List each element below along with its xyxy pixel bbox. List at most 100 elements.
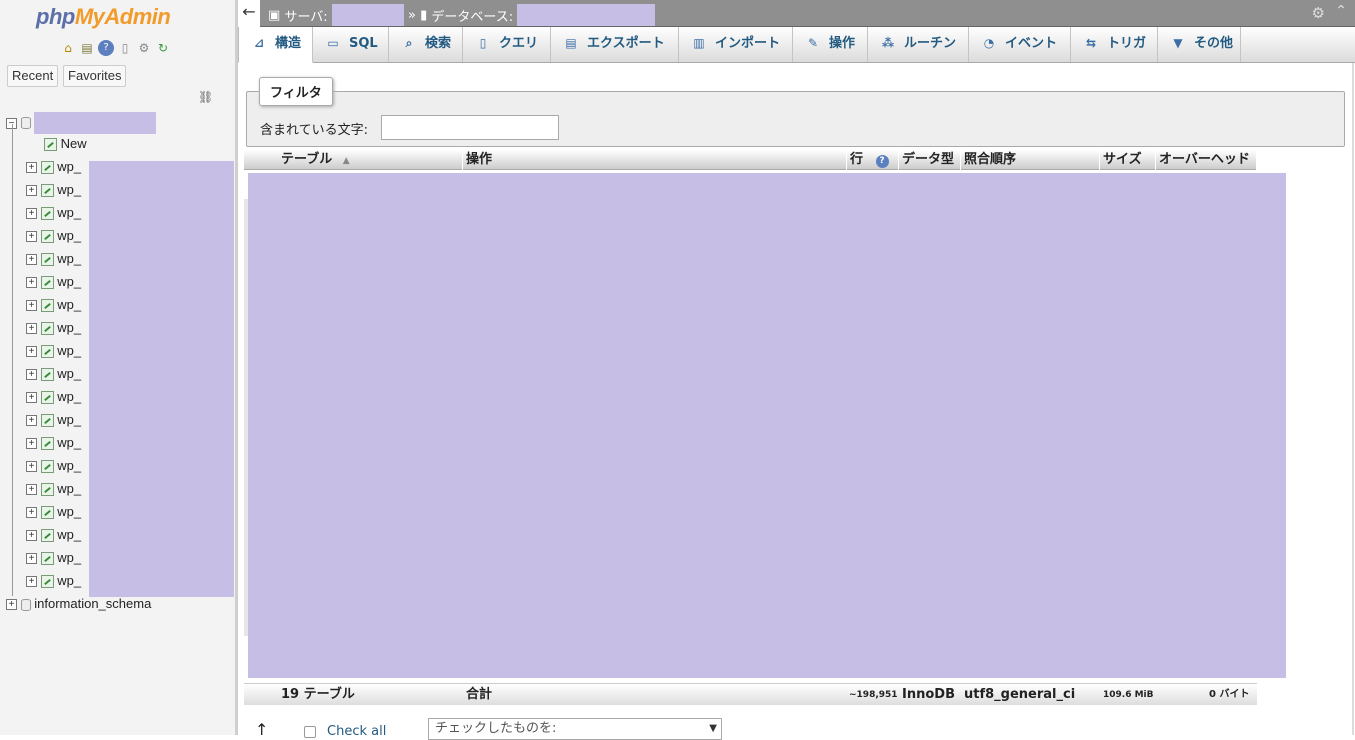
redacted-server-name[interactable] [331, 4, 404, 26]
sidebar-table-item[interactable]: + wp_ [26, 157, 81, 177]
tab-4[interactable]: ▤ エクスポート [551, 27, 679, 62]
redacted-database-name[interactable] [517, 4, 656, 26]
tab-3[interactable]: ▯ クエリ [463, 27, 551, 62]
phpmyadmin-logo[interactable]: phpMyAdmin [36, 4, 171, 30]
table-icon [40, 368, 54, 382]
tab-9[interactable]: ⇆ トリガ [1071, 27, 1158, 62]
table-icon [40, 161, 54, 175]
th-size[interactable]: サイズ [1100, 150, 1156, 170]
filter-label: 含まれている文字: [260, 123, 368, 138]
server-label[interactable]: サーバ: [284, 6, 327, 25]
filter-input[interactable] [381, 115, 559, 140]
footer-total-label: 合計 [466, 687, 493, 702]
database-label[interactable]: データベース: [431, 6, 513, 25]
chevron-down-icon: ▼ [709, 723, 717, 734]
favorites-button[interactable]: Favorites [63, 65, 127, 87]
tab-label: 操作 [829, 36, 856, 51]
expand-icon[interactable]: + [26, 254, 37, 266]
sidebar-table-item[interactable]: + wp_ [26, 387, 81, 407]
collapse-header-icon[interactable]: ⌃ [1335, 3, 1347, 19]
th-overhead[interactable]: オーバーヘッド [1156, 150, 1257, 170]
check-all-label[interactable]: Check all [327, 724, 386, 739]
sidebar-table-item[interactable]: + wp_ [26, 571, 81, 591]
sidebar-table-item[interactable]: + wp_ [26, 433, 81, 453]
db-node[interactable]: − [6, 112, 157, 134]
expand-icon[interactable]: + [26, 507, 37, 519]
table-name: wp_ [57, 412, 82, 427]
settings-icon[interactable]: ⚙ [136, 40, 152, 56]
tab-0[interactable]: ⊿ 構造 [238, 27, 313, 63]
table-name: wp_ [57, 343, 82, 358]
sidebar-table-item[interactable]: + wp_ [26, 295, 81, 315]
expand-icon[interactable]: + [26, 277, 37, 289]
expand-icon[interactable]: + [26, 323, 37, 335]
more-icon: ▼ [1173, 36, 1183, 50]
expand-icon[interactable]: + [26, 484, 37, 496]
expand-icon[interactable]: + [26, 300, 37, 312]
help-icon[interactable]: ? [98, 40, 114, 56]
th-table[interactable]: テーブル ▲ [278, 150, 463, 170]
sidebar-table-item[interactable]: + wp_ [26, 249, 81, 269]
table-icon [40, 322, 54, 336]
expand-icon[interactable]: + [26, 208, 37, 220]
sidebar-table-item[interactable]: + wp_ [26, 548, 81, 568]
tab-label: クエリ [499, 36, 539, 51]
scrollbar-track[interactable] [1352, 63, 1354, 735]
with-selected-dropdown[interactable]: チェックしたものを: ▼ [428, 718, 722, 740]
menu-tabs: ⊿ 構造 ▭ SQL ⌕ 検索 ▯ クエリ ▤ エクスポート ▥ インポート ✎ 操作 ⁂ ルーチン ◔ イベント… [238, 27, 1355, 63]
docs-icon[interactable]: ▯ [117, 40, 133, 56]
tree-line [12, 124, 13, 596]
tab-7[interactable]: ⁂ ルーチン [868, 27, 969, 62]
expand-icon[interactable]: + [26, 346, 37, 358]
table-name: wp_ [57, 550, 82, 565]
link-icon[interactable]: ⛓ [198, 90, 213, 104]
expand-icon[interactable]: + [26, 576, 37, 588]
sidebar-table-item[interactable]: + wp_ [26, 226, 81, 246]
tab-6[interactable]: ✎ 操作 [793, 27, 868, 62]
sidebar-table-item[interactable]: + wp_ [26, 456, 81, 476]
expand-icon[interactable]: + [26, 162, 37, 174]
th-rows[interactable]: 行 ? [847, 150, 899, 170]
help-icon[interactable]: ? [875, 155, 889, 168]
table-icon [40, 506, 54, 520]
expand-icon[interactable]: + [26, 369, 37, 381]
expand-icon[interactable]: + [26, 185, 37, 197]
sidebar-table-item[interactable]: + wp_ [26, 203, 81, 223]
recent-button[interactable]: Recent [7, 65, 59, 87]
sidebar-table-item[interactable]: + wp_ [26, 410, 81, 430]
gear-icon[interactable]: ⚙ [1312, 4, 1325, 22]
tab-10[interactable]: ▼ その他 [1158, 27, 1241, 62]
tab-8[interactable]: ◔ イベント [969, 27, 1071, 62]
expand-icon[interactable]: + [26, 392, 37, 404]
expand-icon[interactable]: + [26, 461, 37, 473]
sidebar-table-item[interactable]: + wp_ [26, 318, 81, 338]
sidebar-table-item[interactable]: + wp_ [26, 341, 81, 361]
expand-icon[interactable]: + [26, 438, 37, 450]
sidebar-table-item[interactable]: + wp_ [26, 502, 81, 522]
sidebar-table-item[interactable]: + wp_ [26, 479, 81, 499]
expand-icon[interactable]: + [26, 231, 37, 243]
expand-icon[interactable]: + [6, 599, 17, 611]
tab-1[interactable]: ▭ SQL [313, 27, 389, 62]
th-type[interactable]: データ型 [899, 150, 961, 170]
new-table-item[interactable]: New [44, 134, 87, 154]
expand-icon[interactable]: + [26, 530, 37, 542]
expand-icon[interactable]: + [26, 415, 37, 427]
back-arrow-icon[interactable]: ← [238, 0, 260, 27]
tab-2[interactable]: ⌕ 検索 [389, 27, 463, 62]
expand-icon[interactable]: + [26, 553, 37, 565]
server-icon: ▣ [268, 7, 281, 23]
home-icon[interactable]: ⌂ [60, 40, 76, 56]
sidebar-table-item[interactable]: + wp_ [26, 364, 81, 384]
sidebar-table-item[interactable]: + wp_ [26, 525, 81, 545]
th-collation[interactable]: 照合順序 [961, 150, 1100, 170]
exit-icon[interactable]: ▤ [79, 40, 95, 56]
sidebar-table-item[interactable]: + wp_ [26, 180, 81, 200]
check-all-checkbox[interactable] [304, 726, 316, 738]
reload-icon[interactable]: ↻ [155, 40, 171, 56]
footer-engine: InnoDB [902, 687, 955, 702]
tab-5[interactable]: ▥ インポート [679, 27, 793, 62]
table-icon [40, 345, 54, 359]
sidebar-table-item[interactable]: + wp_ [26, 272, 81, 292]
information-schema-node[interactable]: + information_schema [6, 594, 151, 614]
